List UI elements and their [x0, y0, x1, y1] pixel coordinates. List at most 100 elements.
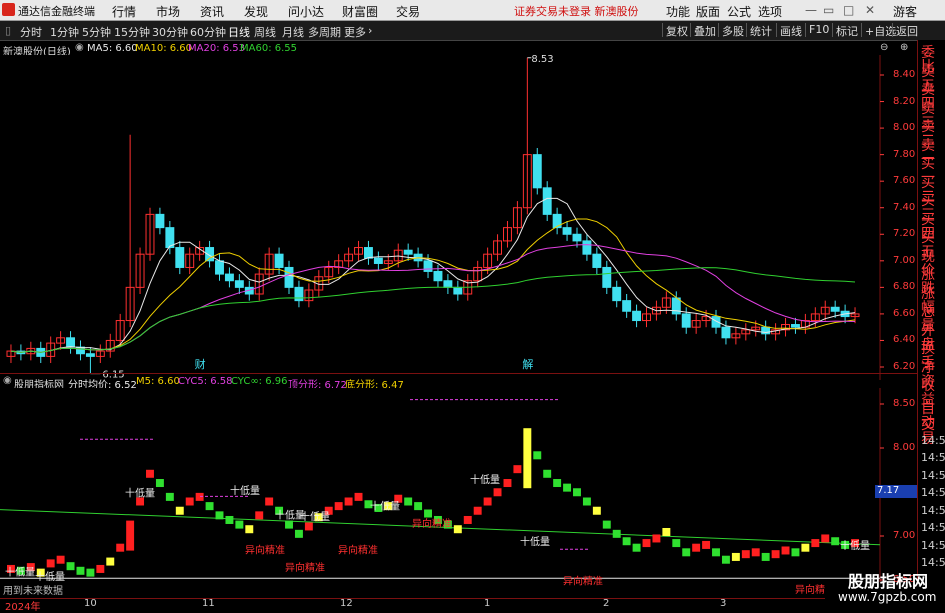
candle-body: [721, 326, 731, 339]
minimize-icon[interactable]: —: [805, 3, 817, 17]
indicator-chart[interactable]: 十低量 十低量十低量 十低量十低量十低量十低量十低量十低量 十低量异向精准异向精准异向…: [0, 388, 917, 596]
multi-stock-button[interactable]: 多股: [718, 23, 744, 38]
menu-item-discover[interactable]: 发现: [244, 3, 268, 20]
cursor-price-label: 7.17: [875, 485, 919, 498]
period-tab-1min[interactable]: 1分钟: [50, 24, 79, 40]
menu-item-assistant[interactable]: 问小达: [288, 3, 324, 20]
period-tab-5min[interactable]: 5分钟: [82, 24, 111, 40]
indicator-block: [553, 479, 562, 488]
main-y-tick: 8.40: [893, 69, 916, 80]
side-panel-label: 14:56: [921, 521, 945, 534]
statistics-button[interactable]: 统计: [746, 23, 772, 38]
indicator-block: [165, 492, 174, 501]
low-volume-annotation: 十低量: [230, 484, 260, 497]
chevron-right-icon[interactable]: ›: [368, 24, 372, 37]
side-panel-label: 14:56: [921, 433, 945, 447]
indicator-block: [652, 534, 661, 543]
side-panel-label: 14:56: [921, 451, 945, 464]
indicator-block: [712, 548, 720, 557]
back-button[interactable]: 返回: [892, 23, 918, 38]
candle-body: [224, 273, 234, 282]
period-tab-daily[interactable]: 日线: [228, 24, 250, 40]
adjust-button[interactable]: 复权: [662, 23, 688, 38]
indicator-block: [821, 534, 830, 543]
close-icon[interactable]: ✕: [865, 3, 875, 17]
ma10-label: MA10: 6.60: [135, 43, 193, 54]
maximize-icon[interactable]: □: [843, 3, 854, 17]
period-tab-more[interactable]: 更多: [344, 24, 366, 40]
indicator-m5: M5: 6.60: [136, 376, 180, 387]
period-tab-weekly[interactable]: 周线: [254, 24, 276, 40]
x-label-oct: 10: [84, 598, 97, 609]
main-y-tick: 7.40: [893, 201, 916, 213]
menu-item-news[interactable]: 资讯: [200, 3, 224, 20]
high-price-label: 8.53: [531, 55, 553, 65]
low-volume-annotation: 十低量: [840, 539, 870, 552]
collapse-icon[interactable]: ⊖: [880, 42, 888, 53]
ma60-label: MA60: 6.55: [240, 43, 298, 54]
indicator-block: [731, 552, 740, 561]
indicator-block: [513, 465, 522, 474]
guest-button[interactable]: 游客: [893, 3, 917, 20]
indicator-block: [682, 548, 691, 557]
f10-button[interactable]: F10: [805, 23, 829, 37]
indicator-block: [563, 483, 572, 492]
period-tab-60min[interactable]: 60分钟: [190, 24, 226, 40]
indicator-block: [592, 506, 601, 515]
indicator-block: [811, 539, 820, 548]
low-volume-annotation: 十低量: [5, 566, 35, 579]
indicator-block: [215, 511, 224, 520]
indicator-block: [493, 488, 502, 497]
period-tab-15min[interactable]: 15分钟: [114, 24, 150, 40]
indicator-block: [56, 555, 65, 564]
overlay-button[interactable]: 叠加: [690, 23, 716, 38]
flag-annotation: 异向精准: [245, 544, 285, 557]
chart-options-icon[interactable]: ◉: [75, 42, 84, 53]
restore-icon[interactable]: ▭: [823, 3, 834, 17]
indicator-block: [265, 497, 274, 506]
period-tab-30min[interactable]: 30分钟: [152, 24, 188, 40]
indicator-cyc5: CYC5: 6.58: [178, 376, 233, 387]
period-tab-monthly[interactable]: 月线: [282, 24, 304, 40]
indicator-block: [702, 540, 711, 549]
quote-side-panel: 委比 卖五 卖四 卖三 卖二 卖一 买一 买二 买三 买四 买五 现价 涨跌 涨幅 总量 外盘 换手 净资 收益 自动…: [917, 40, 945, 609]
mark-button[interactable]: 标记: [832, 23, 858, 38]
toolbar-handle-icon: ▯: [5, 24, 12, 37]
candlestick-chart[interactable]: 8.536.15财解: [0, 55, 917, 380]
menu-item-quotes[interactable]: 行情: [112, 3, 136, 20]
menu-item-layout[interactable]: 版面: [696, 3, 720, 20]
main-y-tick: 8.00: [893, 122, 916, 134]
candle-body: [443, 280, 453, 288]
indicator-block: [414, 502, 423, 511]
candle-body: [453, 286, 463, 295]
indicator-block: [473, 506, 482, 515]
menu-item-market[interactable]: 市场: [156, 3, 180, 20]
indicator-block: [751, 548, 760, 557]
period-toolbar: ▯ 分时 1分钟 5分钟 15分钟 30分钟 60分钟 日线 周线 月线 多周期…: [0, 21, 945, 41]
indicator-block: [175, 506, 184, 515]
menu-item-options[interactable]: 选项: [758, 3, 782, 20]
menu-item-formula[interactable]: 公式: [727, 3, 751, 20]
add-watchlist-button[interactable]: +自选: [861, 23, 896, 38]
indicator-block: [344, 497, 353, 506]
candle-body: [373, 257, 383, 264]
candle-body: [592, 253, 602, 268]
menu-item-wealth[interactable]: 财富圈: [342, 3, 378, 20]
main-y-tick: 8.20: [893, 95, 916, 107]
menu-item-function[interactable]: 功能: [666, 3, 690, 20]
indicator-block: [483, 497, 492, 506]
period-tab-multi[interactable]: 多周期: [308, 24, 341, 40]
candle-body: [85, 353, 95, 357]
candle-body: [790, 324, 800, 328]
indicator-block: [96, 564, 105, 573]
period-tab-timeshare[interactable]: 分时: [20, 24, 42, 40]
expand-icon[interactable]: ⊕: [900, 42, 908, 53]
menu-item-trade[interactable]: 交易: [396, 3, 420, 20]
draw-line-button[interactable]: 画线: [776, 23, 802, 38]
indicator-block: [453, 525, 462, 534]
indicator-block: [225, 515, 234, 524]
indicator-block: [126, 520, 135, 551]
indicator-block: [285, 520, 293, 529]
login-warning[interactable]: 证券交易未登录 新澳股份: [514, 3, 639, 19]
indicator-options-icon[interactable]: ◉: [3, 375, 12, 386]
